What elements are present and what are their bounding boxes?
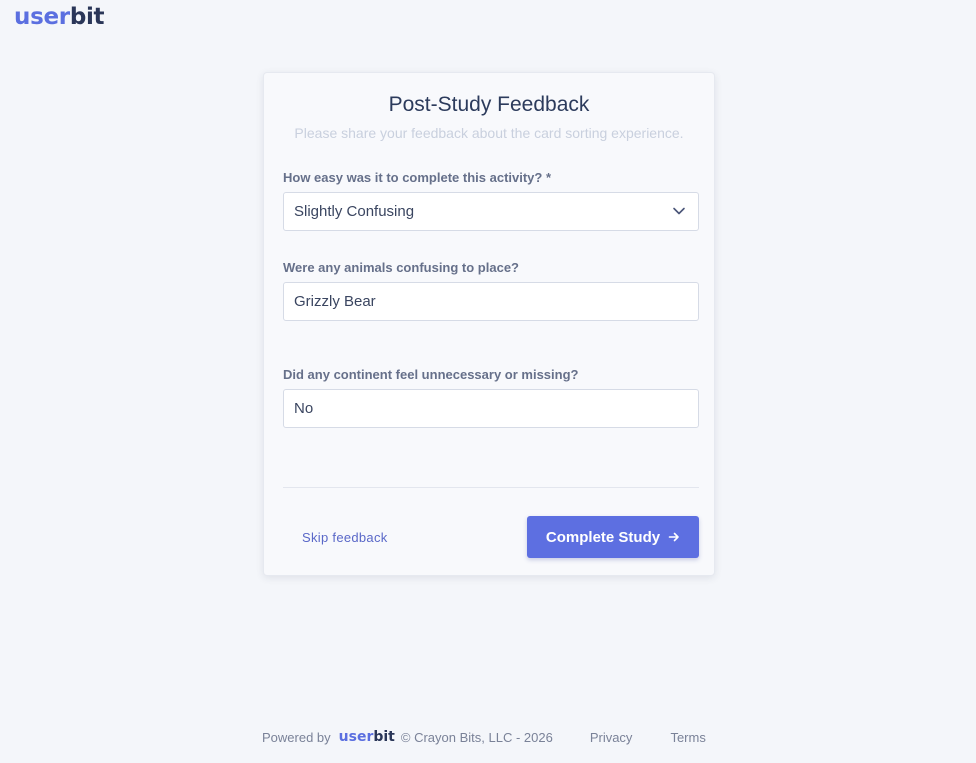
privacy-link[interactable]: Privacy: [590, 730, 633, 745]
page-title: Post-Study Feedback: [388, 93, 590, 116]
animals-input[interactable]: Grizzly Bear: [283, 282, 699, 321]
footer-logo-part-bit: bit: [373, 729, 395, 745]
page-subtitle: Please share your feedback about the car…: [294, 125, 684, 141]
animals-input-value: Grizzly Bear: [294, 293, 376, 310]
footer-logo-part-user: user: [338, 729, 374, 745]
copyright-text: © Crayon Bits, LLC - 2026: [400, 729, 553, 745]
terms-link[interactable]: Terms: [670, 730, 705, 745]
skip-feedback-link[interactable]: Skip feedback: [302, 530, 388, 545]
feedback-card: Post-Study Feedback Please share your fe…: [263, 72, 715, 576]
continent-input[interactable]: No: [283, 389, 699, 428]
ease-select-value: Slightly Confusing: [294, 203, 415, 220]
continent-input-value: No: [294, 400, 314, 417]
divider: [283, 487, 699, 488]
arrow-right-icon: [668, 532, 679, 542]
footer-userbit-logo[interactable]: userbit: [339, 729, 395, 745]
logo-part-user: user: [14, 4, 70, 30]
ease-question-label: How easy was it to complete this activit…: [283, 170, 552, 185]
logo-part-bit: bit: [69, 4, 105, 30]
complete-study-label: Complete Study: [545, 528, 661, 546]
userbit-logo[interactable]: userbit: [14, 4, 105, 30]
animals-question-label: Were any animals confusing to place?: [283, 260, 519, 275]
complete-study-button[interactable]: Complete Study: [527, 516, 699, 558]
chevron-down-icon: [673, 207, 685, 215]
footer: Powered by userbit © Crayon Bits, LLC - …: [262, 729, 706, 745]
ease-select[interactable]: Slightly Confusing: [283, 192, 699, 231]
powered-by-text: Powered by: [262, 729, 331, 745]
continent-question-label: Did any continent feel unnecessary or mi…: [283, 367, 579, 382]
